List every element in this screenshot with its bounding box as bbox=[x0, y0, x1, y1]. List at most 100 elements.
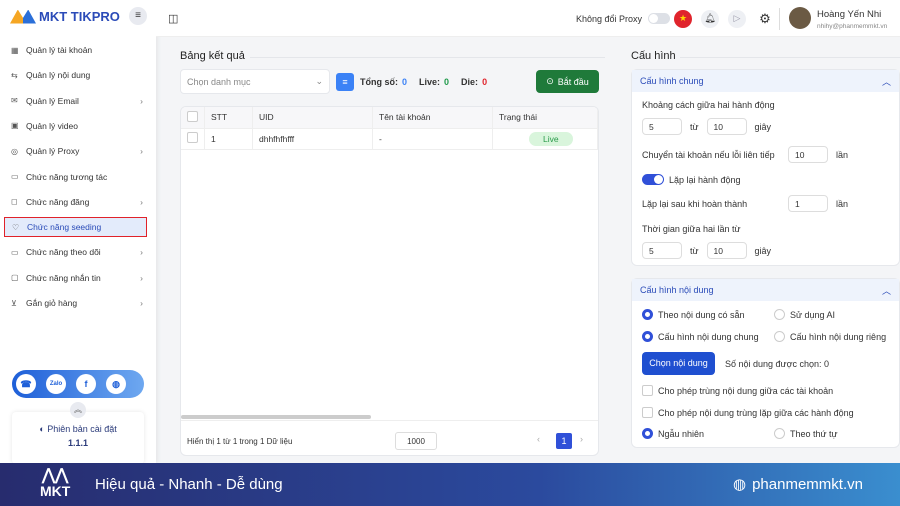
times-label: lần bbox=[836, 198, 849, 209]
sidebar-item-7[interactable]: ◻ Chức năng đăng › bbox=[4, 192, 147, 212]
sidebar-item-11[interactable]: ⊻ Gắn giỏ hàng › bbox=[4, 293, 147, 313]
horizontal-scrollbar[interactable] bbox=[181, 415, 371, 419]
general-config-card: Cấu hình chung ︿ Khoảng cách giữa hai hàn… bbox=[631, 69, 900, 266]
proxy-icon: ◎ bbox=[11, 146, 18, 156]
play-icon[interactable]: ▷ bbox=[728, 9, 746, 28]
sidebar-item-label: Chức năng tương tác bbox=[26, 171, 108, 182]
message-icon: ▢ bbox=[11, 273, 19, 283]
sidebar-item-label: Quản lý tài khoản bbox=[26, 45, 93, 55]
globe-icon[interactable]: ◍ bbox=[106, 374, 126, 394]
layout-toggle-icon[interactable]: ◫ bbox=[168, 0, 178, 37]
allow-dup-accounts-checkbox[interactable]: Cho phép trùng nội dung giữa các tài kho… bbox=[642, 385, 833, 396]
choose-content-button[interactable]: Chọn nội dung bbox=[642, 352, 715, 375]
sidebar-item-4[interactable]: ▣ Quản lý video bbox=[4, 116, 147, 136]
support-icon[interactable]: ☎ bbox=[16, 374, 36, 394]
repeat-after-label: Lặp lại sau khi hoàn thành bbox=[642, 199, 748, 209]
column-header: Trạng thái bbox=[492, 107, 598, 129]
radio-existing[interactable]: Theo nội dung có sẵn bbox=[642, 309, 745, 320]
chevron-right-icon: › bbox=[140, 272, 143, 283]
proxy-label: Không đổi Proxy bbox=[576, 13, 643, 24]
chevron-right-icon: › bbox=[140, 298, 143, 308]
sidebar: MKT TIKPRO ≡ ▦ Quản lý tài khoản ⇆ Quản lý … bbox=[0, 0, 156, 464]
sidebar-item-3[interactable]: ✉ Quản lý Email › bbox=[4, 91, 147, 111]
between-to-input[interactable] bbox=[706, 242, 747, 259]
start-button[interactable]: ⊙ Bắt đầu bbox=[536, 70, 599, 93]
globe-icon: ◍ bbox=[733, 476, 747, 493]
facebook-icon[interactable]: f bbox=[76, 374, 96, 394]
seconds-label: giây bbox=[754, 121, 772, 132]
banner-site: ◍ phanmemmkt.vn bbox=[733, 475, 863, 494]
content-config-card: Cấu hình nội dung ︿ Theo nội dung có sẵn … bbox=[631, 278, 900, 448]
chevron-up-icon: ︿ bbox=[881, 76, 891, 87]
radio-common[interactable]: Cấu hình nội dung chung bbox=[642, 331, 759, 342]
menu-toggle-button[interactable]: ≡ bbox=[129, 7, 147, 25]
repeat-action-toggle[interactable] bbox=[642, 174, 664, 185]
grid-icon: ▦ bbox=[11, 45, 19, 55]
banner-slogan: Hiệu quả - Nhanh - Dễ dùng bbox=[95, 476, 283, 493]
vietnam-flag-icon[interactable]: ★ bbox=[674, 9, 692, 28]
zalo-icon[interactable]: Zalo bbox=[46, 374, 66, 394]
sidebar-item-9[interactable]: ▭ Chức năng theo dõi › bbox=[4, 242, 147, 262]
sidebar-item-5[interactable]: ◎ Quản lý Proxy › bbox=[4, 141, 147, 161]
sidebar-item-label: Chức năng theo dõi bbox=[26, 247, 101, 258]
switch-account-input[interactable] bbox=[788, 146, 828, 163]
total-count: 0 bbox=[402, 77, 408, 87]
column-header: Tên tài khoản bbox=[372, 107, 493, 129]
user-email: nhihy@phanmemmkt.vn bbox=[817, 23, 888, 30]
category-select[interactable]: Chọn danh mục ⌄ bbox=[180, 69, 330, 94]
content-config-header[interactable]: Cấu hình nội dung ︿ bbox=[632, 279, 899, 301]
interval-label: Khoảng cách giữa hai hành động bbox=[642, 100, 775, 110]
follow-icon: ▭ bbox=[11, 247, 19, 257]
app-logo: MKT TIKPRO bbox=[10, 9, 120, 24]
times-label: lần bbox=[836, 149, 849, 160]
user-info[interactable]: Hoàng Yến Nhi nhihy@phanmemmkt.vn bbox=[817, 9, 887, 30]
stats: Tổng số: 0 Live: 0 Die: 0 bbox=[360, 77, 488, 87]
sidebar-item-1[interactable]: ▦ Quản lý tài khoản bbox=[4, 40, 147, 60]
config-title: Cấu hình bbox=[631, 50, 676, 62]
divider bbox=[250, 57, 605, 58]
row-checkbox[interactable] bbox=[187, 132, 198, 143]
divider bbox=[680, 57, 900, 58]
sidebar-item-label: Chức năng nhắn tin bbox=[26, 272, 101, 283]
sidebar-item-label: Chức năng đăng bbox=[26, 196, 90, 207]
post-icon: ◻ bbox=[11, 197, 18, 207]
repeat-after-input[interactable] bbox=[788, 195, 828, 212]
page-size-select[interactable]: 1000 bbox=[395, 432, 437, 450]
general-config-header[interactable]: Cấu hình chung ︿ bbox=[632, 70, 899, 92]
chevron-right-icon: › bbox=[140, 95, 143, 106]
to-label: từ bbox=[690, 121, 699, 132]
to-label: từ bbox=[690, 245, 699, 256]
selected-count: Số nội dung được chọn: 0 bbox=[725, 359, 829, 369]
table-row[interactable]: 1 dhhfhfhfff - Live bbox=[181, 128, 598, 150]
interval-from-input[interactable] bbox=[642, 118, 682, 135]
divider bbox=[779, 8, 780, 30]
radio-random[interactable]: Ngẫu nhiên bbox=[642, 428, 704, 439]
column-header: STT bbox=[204, 107, 253, 129]
radio-sequential[interactable]: Theo thứ tự bbox=[774, 428, 838, 439]
between-from-input[interactable] bbox=[642, 242, 682, 259]
sidebar-item-2[interactable]: ⇆ Quản lý nội dung bbox=[4, 65, 147, 85]
radio-private[interactable]: Cấu hình nội dung riêng bbox=[774, 331, 886, 342]
select-all-checkbox[interactable] bbox=[187, 110, 198, 122]
video-icon: ▣ bbox=[11, 121, 19, 131]
column-header: UID bbox=[252, 107, 373, 129]
sidebar-item-10[interactable]: ▢ Chức năng nhắn tin › bbox=[4, 268, 147, 288]
radio-ai[interactable]: Sử dụng AI bbox=[774, 309, 835, 320]
prev-page-button[interactable]: ‹ bbox=[537, 434, 540, 444]
collapse-up-button[interactable]: ︽ bbox=[70, 402, 86, 418]
sidebar-item-8[interactable]: ♡ Chức năng seeding bbox=[4, 217, 147, 238]
gear-icon[interactable]: ⚙ bbox=[756, 10, 774, 28]
pagination-info: Hiển thị 1 từ 1 trong 1 Dữ liệu bbox=[187, 437, 293, 446]
allow-dup-actions-checkbox[interactable]: Cho phép nội dung trùng lặp giữa các hàn… bbox=[642, 407, 854, 418]
results-table-card: STT UID Tên tài khoản Trạng thái 1 dhhfh… bbox=[180, 106, 599, 456]
version-icon: ◐ bbox=[39, 424, 48, 434]
sidebar-item-6[interactable]: ▭ Chức năng tương tác bbox=[4, 167, 147, 187]
die-count: 0 bbox=[482, 77, 488, 87]
filter-button[interactable]: ≡ bbox=[336, 73, 354, 91]
interval-to-input[interactable] bbox=[706, 118, 747, 135]
next-page-button[interactable]: › bbox=[580, 434, 583, 444]
page-1-button[interactable]: 1 bbox=[556, 433, 572, 449]
avatar[interactable] bbox=[789, 7, 811, 29]
bell-icon[interactable]: 🔔︎ bbox=[701, 9, 719, 28]
proxy-toggle[interactable] bbox=[648, 13, 671, 24]
